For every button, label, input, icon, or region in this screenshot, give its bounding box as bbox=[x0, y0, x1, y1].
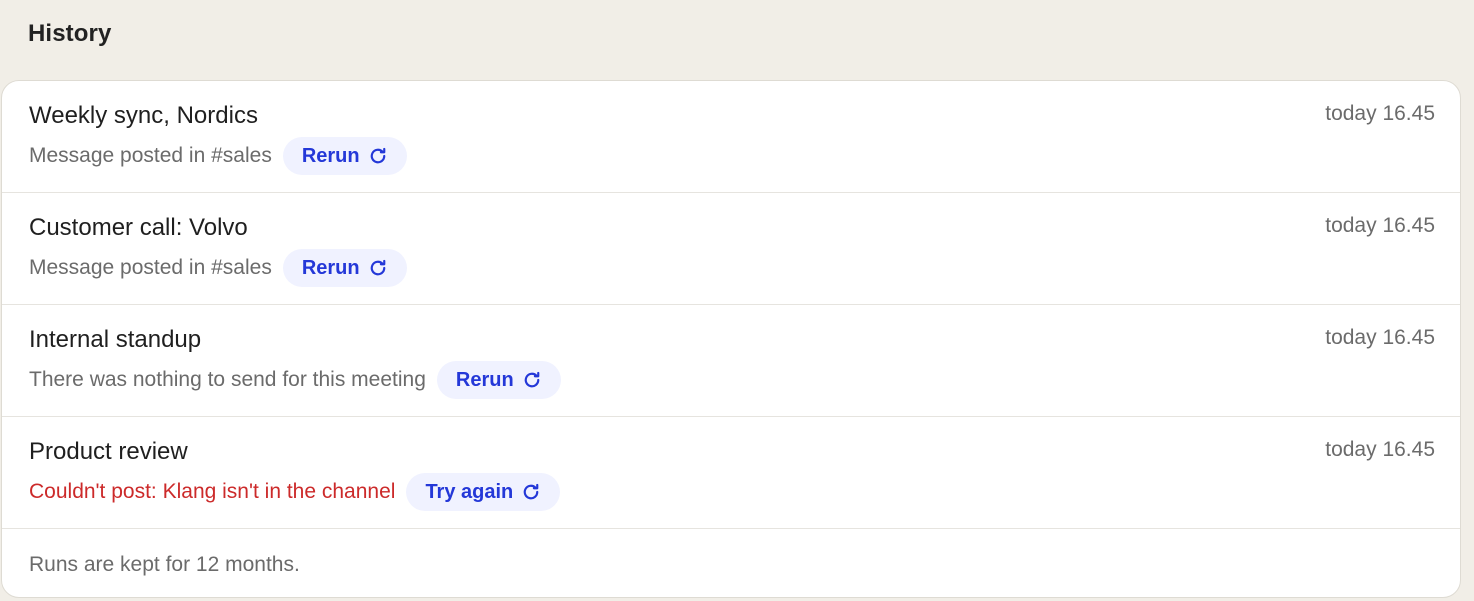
run-title: Internal standup bbox=[29, 326, 202, 353]
run-title: Weekly sync, Nordics bbox=[29, 102, 258, 129]
rerun-button-label: Rerun bbox=[455, 368, 514, 391]
rerun-button[interactable]: Rerun bbox=[436, 361, 561, 399]
refresh-icon bbox=[521, 482, 541, 502]
run-timestamp: today 16.45 bbox=[1325, 438, 1435, 461]
history-row: Weekly sync, Nordics today 16.45 Message… bbox=[2, 81, 1460, 193]
run-timestamp: today 16.45 bbox=[1325, 326, 1435, 349]
retention-note: Runs are kept for 12 months. bbox=[29, 553, 300, 576]
rerun-button-label: Rerun bbox=[301, 144, 360, 167]
run-timestamp: today 16.45 bbox=[1325, 214, 1435, 237]
run-status: Message posted in #sales bbox=[29, 144, 272, 167]
run-status-line: Message posted in #sales Rerun bbox=[29, 249, 407, 287]
rerun-button[interactable]: Rerun bbox=[282, 137, 407, 175]
page-title: History bbox=[28, 20, 112, 47]
history-row: Product review today 16.45 Couldn't post… bbox=[2, 417, 1460, 529]
refresh-icon bbox=[522, 370, 542, 390]
run-error-status: Couldn't post: Klang isn't in the channe… bbox=[29, 480, 396, 503]
rerun-button-label: Rerun bbox=[301, 256, 360, 279]
history-row: Customer call: Volvo today 16.45 Message… bbox=[2, 193, 1460, 305]
run-status-line: There was nothing to send for this meeti… bbox=[29, 361, 561, 399]
rerun-button[interactable]: Rerun bbox=[282, 249, 407, 287]
run-status: Message posted in #sales bbox=[29, 256, 272, 279]
try-again-button-label: Try again bbox=[425, 480, 514, 503]
run-title: Customer call: Volvo bbox=[29, 214, 248, 241]
refresh-icon bbox=[368, 146, 388, 166]
run-status-line: Couldn't post: Klang isn't in the channe… bbox=[29, 473, 561, 511]
run-status-line: Message posted in #sales Rerun bbox=[29, 137, 407, 175]
run-title: Product review bbox=[29, 438, 188, 465]
history-row: Internal standup today 16.45 There was n… bbox=[2, 305, 1460, 417]
run-status: There was nothing to send for this meeti… bbox=[29, 368, 426, 391]
run-timestamp: today 16.45 bbox=[1325, 102, 1435, 125]
try-again-button[interactable]: Try again bbox=[406, 473, 561, 511]
refresh-icon bbox=[368, 258, 388, 278]
history-card: Weekly sync, Nordics today 16.45 Message… bbox=[1, 80, 1461, 598]
